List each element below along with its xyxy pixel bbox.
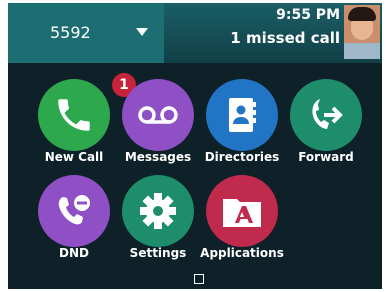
app-dnd[interactable]: DND	[25, 175, 115, 275]
app-messages[interactable]: Messages	[109, 79, 199, 179]
gear-icon	[140, 193, 176, 229]
app-applications[interactable]: Applications	[193, 175, 284, 275]
directories-circle[interactable]	[206, 79, 278, 151]
forward-circle[interactable]	[290, 79, 362, 151]
app-label-forward: Forward	[298, 150, 354, 164]
applications-folder-icon	[223, 199, 261, 227]
top-status-bar: 5592 9:55 PM 1 missed call	[8, 3, 382, 63]
avatar-hair	[348, 7, 376, 21]
voicemail-icon	[138, 106, 178, 124]
avatar-shirt	[344, 43, 380, 59]
phone-screen: 5592 9:55 PM 1 missed call 1 New Call Me…	[8, 3, 382, 289]
clock-time: 9:55 PM	[276, 7, 340, 23]
line-selector[interactable]: 5592	[8, 3, 164, 63]
messages-circle[interactable]	[122, 79, 194, 151]
app-label-applications: Applications	[200, 246, 284, 260]
dropdown-arrow-icon[interactable]	[136, 28, 148, 36]
dnd-circle[interactable]	[38, 175, 110, 247]
new-call-circle[interactable]	[38, 79, 110, 151]
applications-circle[interactable]	[206, 175, 278, 247]
app-settings[interactable]: Settings	[109, 175, 199, 275]
line-number: 5592	[50, 23, 91, 42]
missed-call-notice[interactable]: 1 missed call	[230, 29, 340, 47]
app-new-call[interactable]: 1 New Call	[25, 73, 136, 179]
status-area: 9:55 PM 1 missed call	[164, 3, 382, 63]
app-directories[interactable]: Directories	[193, 79, 283, 179]
phone-icon	[58, 99, 90, 131]
settings-circle[interactable]	[122, 175, 194, 247]
avatar[interactable]	[344, 5, 380, 59]
call-forward-icon	[312, 99, 343, 129]
do-not-disturb-phone-icon	[58, 195, 90, 225]
page-indicator[interactable]	[194, 274, 204, 284]
app-forward[interactable]: Forward	[277, 79, 367, 179]
contacts-book-icon	[229, 98, 256, 132]
